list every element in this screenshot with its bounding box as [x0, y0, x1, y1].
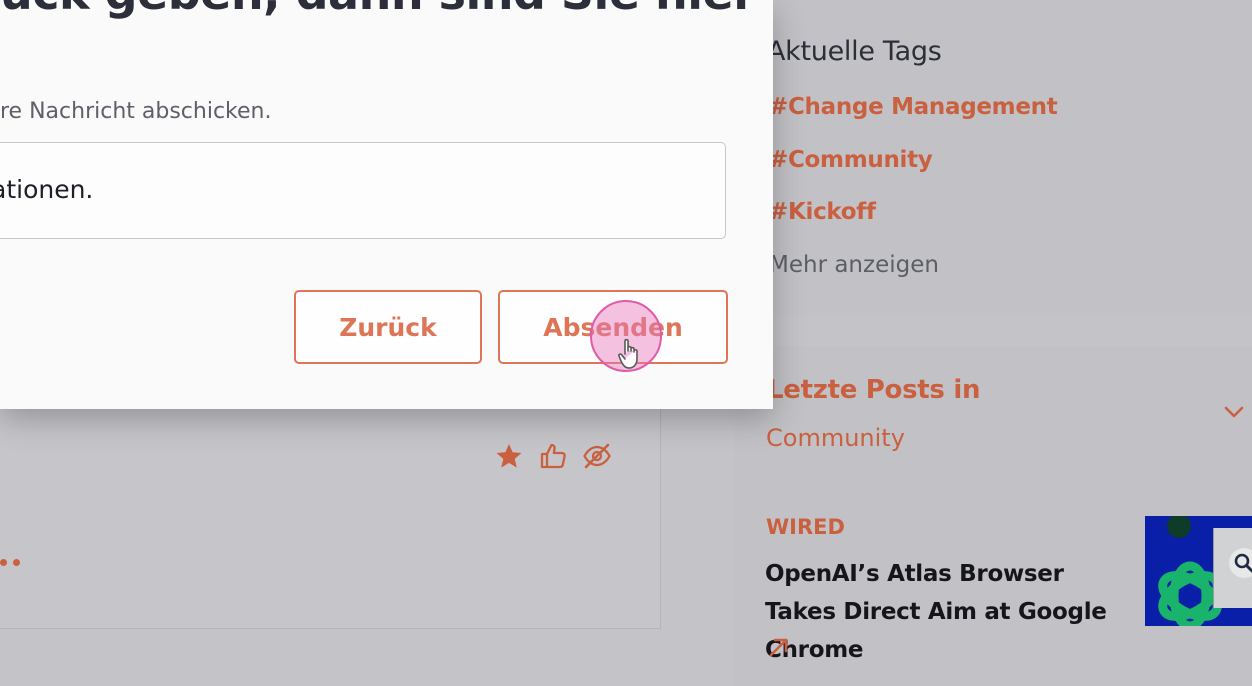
- chevron-down-icon[interactable]: [1222, 400, 1246, 424]
- posts-title: Letzte Posts in: [767, 375, 981, 405]
- feed-actions: [494, 441, 612, 473]
- more-options-dots[interactable]: [0, 553, 26, 571]
- tag-community[interactable]: #Community: [769, 147, 933, 173]
- search-icon: [1229, 548, 1252, 578]
- post-title[interactable]: OpenAI’s Atlas Browser Takes Direct Aim …: [765, 555, 1135, 669]
- modal-description: re Nachricht abschicken.: [0, 99, 272, 124]
- eye-slash-icon[interactable]: [582, 441, 612, 471]
- tags-title: Aktuelle Tags: [767, 36, 942, 67]
- star-icon[interactable]: [494, 441, 524, 471]
- post-source: WIRED: [766, 515, 845, 539]
- arrow-up-right-icon[interactable]: [767, 635, 791, 659]
- show-more-tags-link[interactable]: Mehr anzeigen: [769, 252, 939, 278]
- modal-heading: ück geben, dann sind Sie hier: [0, 0, 773, 20]
- tag-change-management[interactable]: #Change Management: [769, 94, 1058, 120]
- hand-pointer-icon: [618, 338, 638, 369]
- posts-subtitle: Community: [766, 424, 905, 452]
- back-button[interactable]: Zurück: [294, 290, 482, 364]
- thumbs-up-icon[interactable]: [538, 441, 568, 471]
- feed-card: [0, 405, 661, 629]
- message-input[interactable]: ationen.: [0, 142, 726, 239]
- tag-kickoff[interactable]: #Kickoff: [769, 199, 876, 225]
